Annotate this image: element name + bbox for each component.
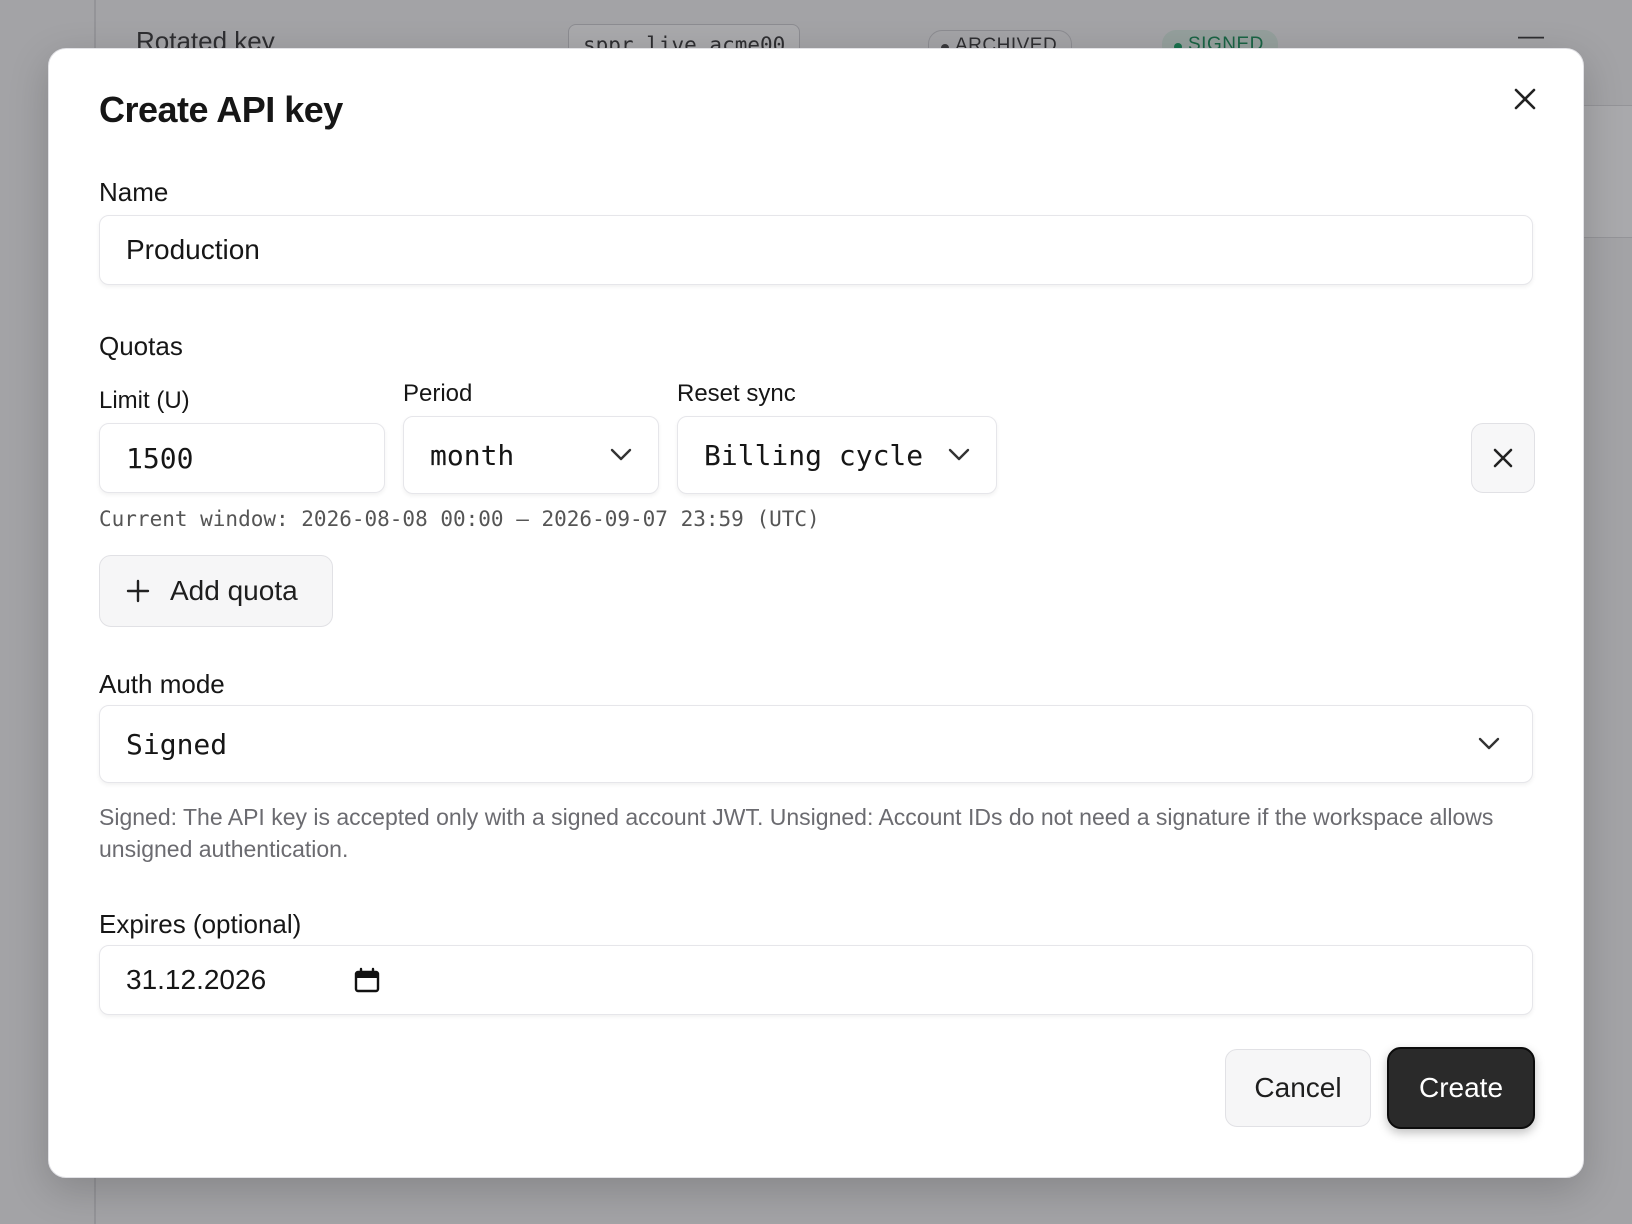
auth-mode-select[interactable]: Signed	[99, 705, 1533, 783]
dialog-title: Create API key	[99, 89, 343, 130]
reset-sync-select-value: Billing cycle	[704, 438, 924, 472]
current-window-text: Current window: 2026-08-08 00:00 – 2026-…	[99, 507, 820, 531]
create-button[interactable]: Create	[1387, 1047, 1535, 1129]
plus-icon	[126, 579, 150, 603]
chevron-down-icon	[610, 448, 632, 461]
reset-sync-label: Reset sync	[677, 380, 796, 407]
period-label: Period	[403, 380, 473, 407]
add-quota-button[interactable]: Add quota	[99, 555, 333, 627]
add-quota-label: Add quota	[170, 575, 298, 606]
close-button[interactable]	[1503, 77, 1547, 121]
expires-date-value: 31.12.2026	[126, 964, 267, 995]
period-select[interactable]: month	[403, 416, 659, 494]
limit-input[interactable]: 1500	[99, 423, 385, 493]
period-select-value: month	[430, 438, 515, 472]
name-input-value: Production	[126, 234, 260, 265]
chevron-down-icon	[948, 448, 970, 461]
close-icon	[1493, 448, 1513, 468]
quotas-heading: Quotas	[99, 331, 183, 361]
reset-sync-select[interactable]: Billing cycle	[677, 416, 997, 494]
remove-quota-button[interactable]	[1471, 423, 1535, 493]
chevron-down-icon	[1478, 737, 1500, 750]
expires-label: Expires (optional)	[99, 909, 302, 939]
create-api-key-dialog: Create API key Name Production Quotas Li…	[48, 48, 1584, 1178]
calendar-icon[interactable]	[354, 967, 380, 993]
limit-label: Limit (U)	[99, 387, 190, 414]
expires-date-input[interactable]: 31.12.2026	[99, 945, 1533, 1015]
name-label: Name	[99, 177, 169, 207]
name-input[interactable]: Production	[99, 215, 1533, 285]
auth-mode-select-value: Signed	[126, 727, 228, 761]
limit-input-value: 1500	[126, 441, 194, 475]
auth-mode-hint: Signed: The API key is accepted only wit…	[99, 804, 1494, 862]
cancel-button[interactable]: Cancel	[1225, 1049, 1371, 1127]
auth-mode-label: Auth mode	[99, 669, 225, 699]
close-icon	[1514, 88, 1536, 110]
